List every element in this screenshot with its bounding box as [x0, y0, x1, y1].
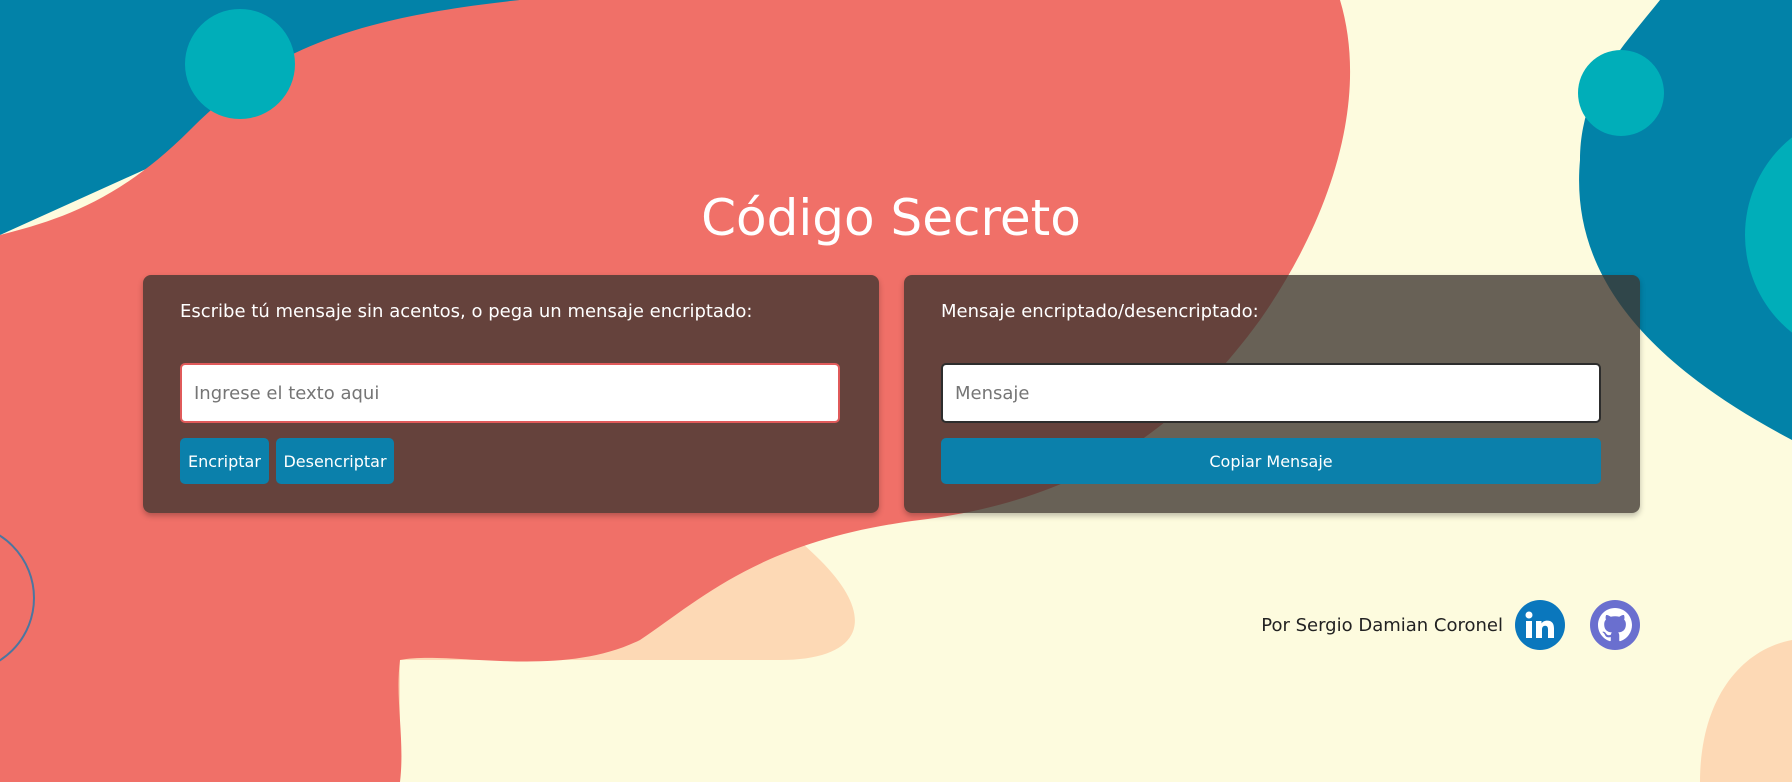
github-link[interactable]: [1590, 600, 1640, 650]
author-credit: Por Sergio Damian Coronel: [1261, 614, 1503, 636]
encrypt-button[interactable]: Encriptar: [180, 438, 269, 484]
result-output-field[interactable]: [941, 363, 1601, 423]
linkedin-link[interactable]: [1515, 600, 1565, 650]
message-input[interactable]: [180, 363, 840, 423]
page: Código Secreto Escribe tú mensaje sin ac…: [0, 0, 1792, 782]
result-panel: Mensaje encriptado/desencriptado: Copiar…: [904, 275, 1640, 513]
decrypt-button[interactable]: Desencriptar: [276, 438, 394, 484]
result-panel-label: Mensaje encriptado/desencriptado:: [941, 301, 1259, 322]
linkedin-icon: [1525, 611, 1554, 638]
footer: Por Sergio Damian Coronel: [1261, 599, 1640, 651]
copy-message-button[interactable]: Copiar Mensaje: [941, 438, 1601, 484]
encrypt-panel-label: Escribe tú mensaje sin acentos, o pega u…: [180, 301, 753, 322]
github-icon: [1598, 608, 1632, 642]
encrypt-panel: Escribe tú mensaje sin acentos, o pega u…: [143, 275, 879, 513]
page-title: Código Secreto: [701, 188, 1081, 247]
